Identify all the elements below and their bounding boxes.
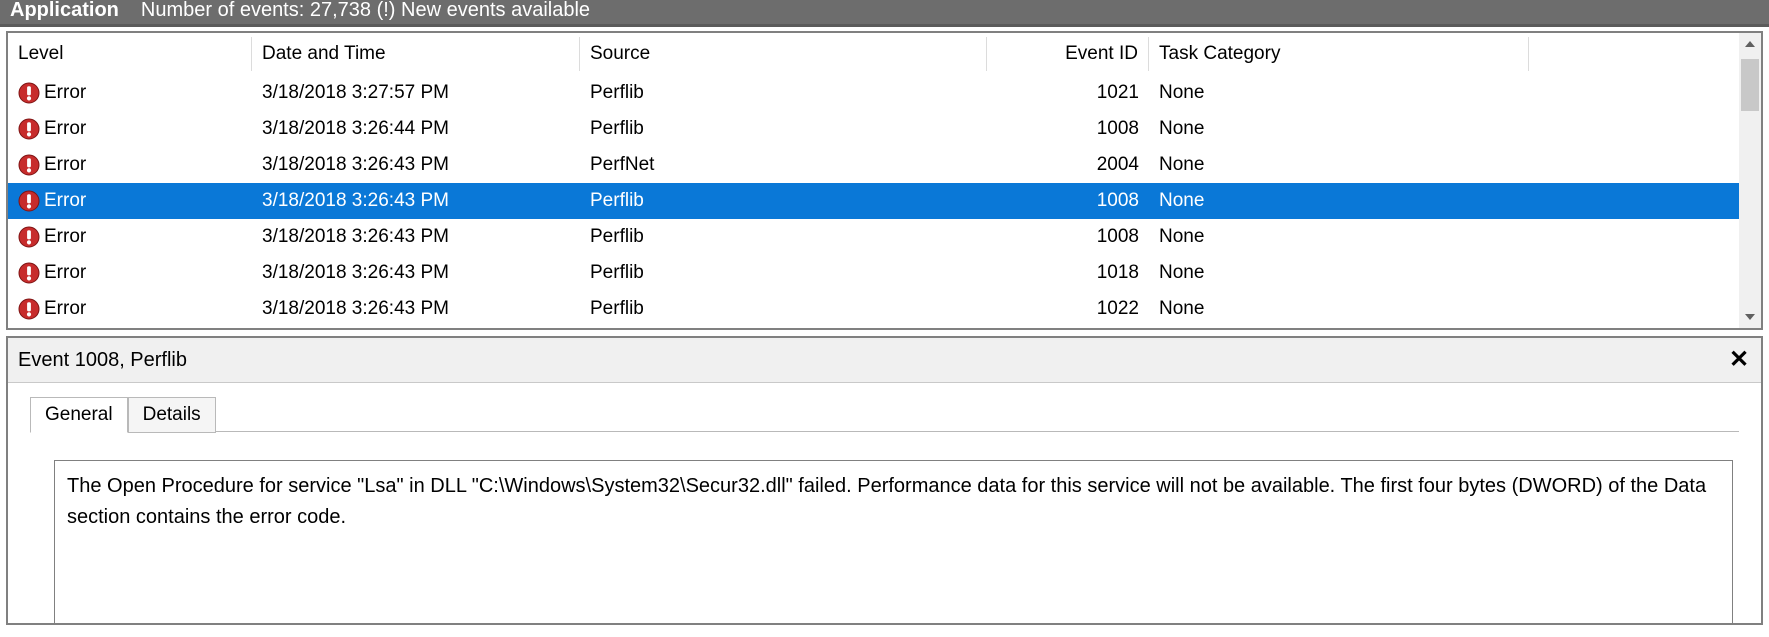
event-count-text: Number of events: 27,738 (!) New events … xyxy=(141,0,590,20)
event-message: The Open Procedure for service "Lsa" in … xyxy=(54,460,1733,623)
scroll-up-button[interactable] xyxy=(1739,33,1761,55)
close-icon[interactable]: ✕ xyxy=(1727,348,1751,372)
eventid-cell: 1021 xyxy=(987,80,1149,106)
error-icon xyxy=(18,298,40,320)
column-header-level[interactable]: Level xyxy=(8,37,252,71)
scroll-thumb[interactable] xyxy=(1741,59,1759,111)
datetime-cell: 3/18/2018 3:27:57 PM xyxy=(252,80,580,106)
source-cell: Perflib xyxy=(580,188,987,214)
datetime-cell: 3/18/2018 3:26:43 PM xyxy=(252,296,580,322)
table-row[interactable]: Error 3/18/2018 3:27:57 PMPerflib1021None xyxy=(8,75,1739,111)
source-cell: Perflib xyxy=(580,260,987,286)
level-text: Error xyxy=(44,262,86,284)
datetime-cell: 3/18/2018 3:26:43 PM xyxy=(252,152,580,178)
taskcategory-cell: None xyxy=(1149,188,1529,214)
source-cell: Perflib xyxy=(580,296,987,322)
eventid-cell: 1008 xyxy=(987,188,1149,214)
tab-details[interactable]: Details xyxy=(128,397,216,433)
table-row[interactable]: Error 3/18/2018 3:26:43 PMPerflib1022None xyxy=(8,291,1739,327)
datetime-cell: 3/18/2018 3:26:43 PM xyxy=(252,260,580,286)
source-cell: Perflib xyxy=(580,116,987,142)
error-icon xyxy=(18,82,40,104)
level-text: Error xyxy=(44,82,86,104)
log-name: Application xyxy=(10,0,119,20)
eventid-cell: 2004 xyxy=(987,152,1149,178)
eventid-cell: 1008 xyxy=(987,116,1149,142)
datetime-cell: 3/18/2018 3:26:43 PM xyxy=(252,224,580,250)
column-header-taskcategory[interactable]: Task Category xyxy=(1149,37,1529,71)
eventid-cell: 1008 xyxy=(987,224,1149,250)
error-icon xyxy=(18,262,40,284)
error-icon xyxy=(18,118,40,140)
event-rows: Error3/18/2018 3:27:57 PMPerflib1021None… xyxy=(8,75,1739,327)
taskcategory-cell: None xyxy=(1149,260,1529,286)
scrollbar[interactable] xyxy=(1739,33,1761,328)
level-text: Error xyxy=(44,226,86,248)
error-icon xyxy=(18,154,40,176)
source-cell: Perflib xyxy=(580,224,987,250)
eventid-cell: 1018 xyxy=(987,260,1149,286)
error-icon xyxy=(18,190,40,212)
taskcategory-cell: None xyxy=(1149,116,1529,142)
level-text: Error xyxy=(44,298,86,320)
level-text: Error xyxy=(44,190,86,212)
status-bar: Application Number of events: 27,738 (!)… xyxy=(0,0,1769,27)
scroll-down-button[interactable] xyxy=(1739,306,1761,328)
column-header-datetime[interactable]: Date and Time xyxy=(252,37,580,71)
details-title: Event 1008, Perflib xyxy=(18,349,187,372)
table-row[interactable]: Error 3/18/2018 3:26:43 PMPerflib1018None xyxy=(8,255,1739,291)
source-cell: PerfNet xyxy=(580,152,987,178)
taskcategory-cell: None xyxy=(1149,296,1529,322)
source-cell: Perflib xyxy=(580,80,987,106)
column-headers: Level Date and Time Source Event ID Task… xyxy=(8,33,1739,75)
table-row[interactable]: Error 3/18/2018 3:26:44 PMPerflib1008None xyxy=(8,111,1739,147)
table-row[interactable]: Error 3/18/2018 3:26:43 PMPerfNet2004None xyxy=(8,147,1739,183)
datetime-cell: 3/18/2018 3:26:44 PM xyxy=(252,116,580,142)
taskcategory-cell: None xyxy=(1149,80,1529,106)
level-text: Error xyxy=(44,154,86,176)
level-text: Error xyxy=(44,118,86,140)
taskcategory-cell: None xyxy=(1149,224,1529,250)
table-row[interactable]: Error 3/18/2018 3:26:43 PMPerflib1008None xyxy=(8,219,1739,255)
details-body-wrap: The Open Procedure for service "Lsa" in … xyxy=(8,432,1761,623)
column-header-eventid[interactable]: Event ID xyxy=(987,37,1149,71)
taskcategory-cell: None xyxy=(1149,152,1529,178)
tab-general[interactable]: General xyxy=(30,397,128,433)
event-details-pane: Event 1008, Perflib ✕ General Details Th… xyxy=(6,336,1763,625)
eventid-cell: 1022 xyxy=(987,296,1149,322)
event-list: Level Date and Time Source Event ID Task… xyxy=(6,31,1763,330)
column-header-source[interactable]: Source xyxy=(580,37,987,71)
details-tabs: General Details xyxy=(8,383,1761,432)
table-row[interactable]: Error 3/18/2018 3:26:43 PMPerflib1008None xyxy=(8,183,1739,219)
datetime-cell: 3/18/2018 3:26:43 PM xyxy=(252,188,580,214)
details-header: Event 1008, Perflib ✕ xyxy=(8,338,1761,383)
error-icon xyxy=(18,226,40,248)
